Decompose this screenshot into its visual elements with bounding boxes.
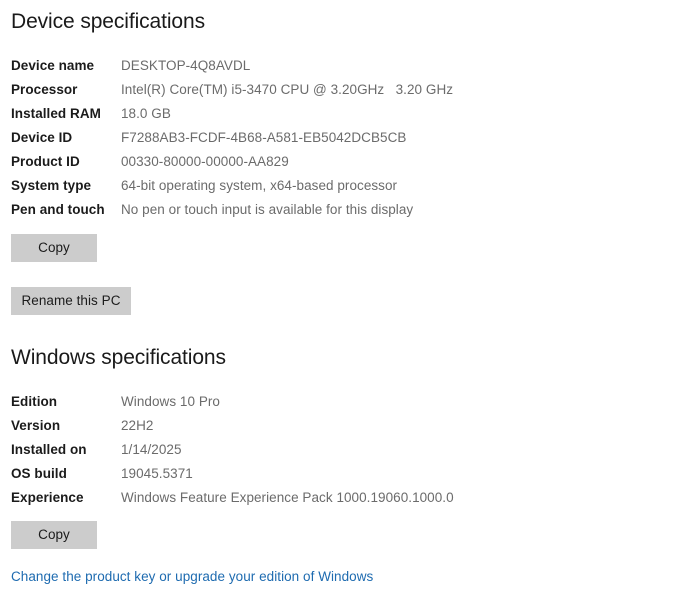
copy-windows-specifications-button[interactable]: Copy	[11, 521, 97, 549]
spec-row-product-id: Product ID 00330-80000-00000-AA829	[0, 150, 675, 174]
spec-label-device-id: Device ID	[11, 130, 73, 145]
spec-label-pen-and-touch: Pen and touch	[11, 202, 105, 217]
spec-label-product-id: Product ID	[11, 154, 80, 169]
spec-row-os-build: OS build 19045.5371	[0, 462, 675, 486]
spec-value-system-type: 64-bit operating system, x64-based proce…	[121, 178, 398, 193]
change-product-key-link[interactable]: Change the product key or upgrade your e…	[11, 569, 373, 584]
spec-value-product-id: 00330-80000-00000-AA829	[121, 154, 289, 169]
rename-this-pc-button[interactable]: Rename this PC	[11, 287, 131, 315]
spec-value-edition: Windows 10 Pro	[121, 394, 220, 409]
spec-value-device-id: F7288AB3-FCDF-4B68-A581-EB5042DCB5CB	[121, 130, 407, 145]
spec-label-experience: Experience	[11, 490, 84, 505]
spec-label-version: Version	[11, 418, 61, 433]
spec-value-version: 22H2	[121, 418, 154, 433]
spec-row-installed-ram: Installed RAM 18.0 GB	[0, 102, 675, 126]
spec-value-processor: Intel(R) Core(TM) i5-3470 CPU @ 3.20GHz …	[121, 82, 454, 97]
spec-row-experience: Experience Windows Feature Experience Pa…	[0, 486, 675, 510]
spec-value-os-build: 19045.5371	[121, 466, 193, 481]
windows-specifications-list: Edition Windows 10 Pro Version 22H2 Inst…	[0, 390, 675, 510]
spec-label-edition: Edition	[11, 394, 58, 409]
device-specifications-list: Device name DESKTOP-4Q8AVDL Processor In…	[0, 54, 675, 222]
settings-about-page: Device specifications Device name DESKTO…	[0, 0, 675, 600]
spec-value-installed-on: 1/14/2025	[121, 442, 182, 457]
spec-label-os-build: OS build	[11, 466, 67, 481]
spec-row-pen-and-touch: Pen and touch No pen or touch input is a…	[0, 198, 675, 222]
spec-label-installed-ram: Installed RAM	[11, 106, 101, 121]
spec-value-pen-and-touch: No pen or touch input is available for t…	[121, 202, 414, 217]
spec-row-installed-on: Installed on 1/14/2025	[0, 438, 675, 462]
spec-label-installed-on: Installed on	[11, 442, 87, 457]
spec-row-processor: Processor Intel(R) Core(TM) i5-3470 CPU …	[0, 78, 675, 102]
spec-label-system-type: System type	[11, 178, 92, 193]
device-specifications-heading: Device specifications	[11, 10, 205, 33]
spec-row-device-id: Device ID F7288AB3-FCDF-4B68-A581-EB5042…	[0, 126, 675, 150]
spec-value-device-name: DESKTOP-4Q8AVDL	[121, 58, 251, 73]
copy-device-specifications-button[interactable]: Copy	[11, 234, 97, 262]
spec-value-installed-ram: 18.0 GB	[121, 106, 171, 121]
spec-label-processor: Processor	[11, 82, 78, 97]
spec-value-experience: Windows Feature Experience Pack 1000.190…	[121, 490, 454, 505]
windows-specifications-heading: Windows specifications	[11, 346, 226, 369]
spec-row-version: Version 22H2	[0, 414, 675, 438]
spec-row-system-type: System type 64-bit operating system, x64…	[0, 174, 675, 198]
spec-label-device-name: Device name	[11, 58, 95, 73]
spec-row-edition: Edition Windows 10 Pro	[0, 390, 675, 414]
spec-row-device-name: Device name DESKTOP-4Q8AVDL	[0, 54, 675, 78]
